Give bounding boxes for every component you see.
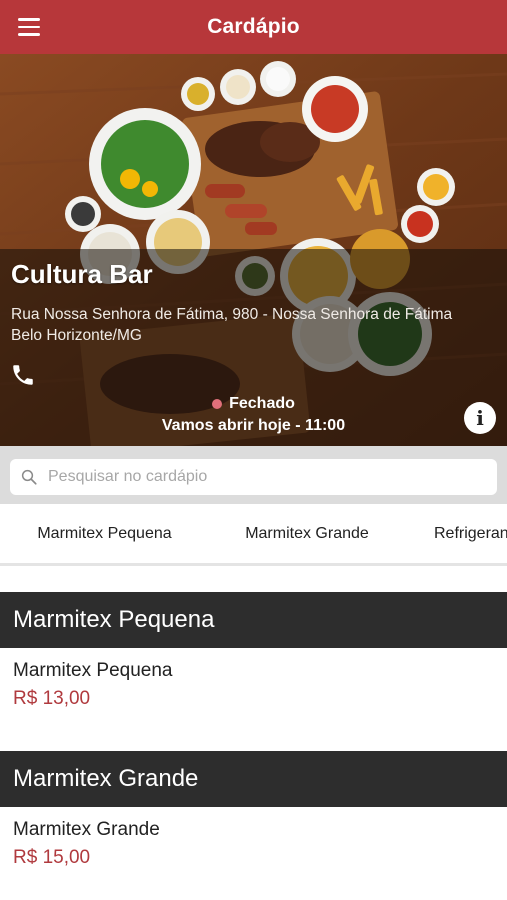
- status-dot-icon: [212, 399, 223, 409]
- menu-line: [18, 18, 40, 21]
- item-price: R$ 15,00: [13, 847, 91, 868]
- category-tabs: Marmitex Pequena Marmitex Grande Refrige…: [0, 504, 507, 566]
- page-title: Cardápio: [207, 15, 300, 38]
- store-address: Rua Nossa Senhora de Fátima, 980 - Nossa…: [11, 304, 501, 346]
- app-header: Cardápio: [0, 0, 507, 54]
- store-status: Fechado Vamos abrir hoje - 11:00: [0, 395, 507, 435]
- item-name: Marmitex Pequena: [13, 660, 173, 681]
- menu-line: [18, 33, 40, 36]
- tab-refrigerantes[interactable]: Refrigerantes: [434, 504, 507, 563]
- search-input[interactable]: [48, 468, 478, 486]
- section-header: Marmitex Pequena: [0, 592, 507, 648]
- item-price: R$ 13,00: [13, 688, 91, 709]
- status-label: Fechado: [229, 395, 295, 412]
- store-city-line: Belo Horizonte/MG: [11, 327, 142, 344]
- hamburger-menu-icon[interactable]: [18, 14, 52, 40]
- menu-item[interactable]: Marmitex Grande R$ 15,00: [0, 819, 507, 900]
- store-name: Cultura Bar: [11, 259, 153, 289]
- menu-item[interactable]: Marmitex Pequena R$ 13,00: [0, 660, 507, 750]
- status-line: Fechado: [212, 395, 295, 413]
- store-address-line: Rua Nossa Senhora de Fátima, 980 - Nossa…: [11, 306, 453, 323]
- search-bar: [0, 446, 507, 504]
- opening-time: Vamos abrir hoje - 11:00: [161, 417, 346, 434]
- search-box[interactable]: [10, 459, 497, 495]
- tab-marmitex-pequena[interactable]: Marmitex Pequena: [0, 504, 209, 563]
- section-header: Marmitex Grande: [0, 751, 507, 807]
- menu-line: [18, 25, 40, 29]
- info-icon[interactable]: i: [464, 402, 496, 434]
- store-banner: Cultura Bar Rua Nossa Senhora de Fátima,…: [0, 54, 507, 446]
- item-name: Marmitex Grande: [13, 819, 160, 840]
- search-icon: [21, 469, 37, 485]
- phone-icon[interactable]: [10, 362, 36, 388]
- tab-marmitex-grande[interactable]: Marmitex Grande: [209, 504, 405, 563]
